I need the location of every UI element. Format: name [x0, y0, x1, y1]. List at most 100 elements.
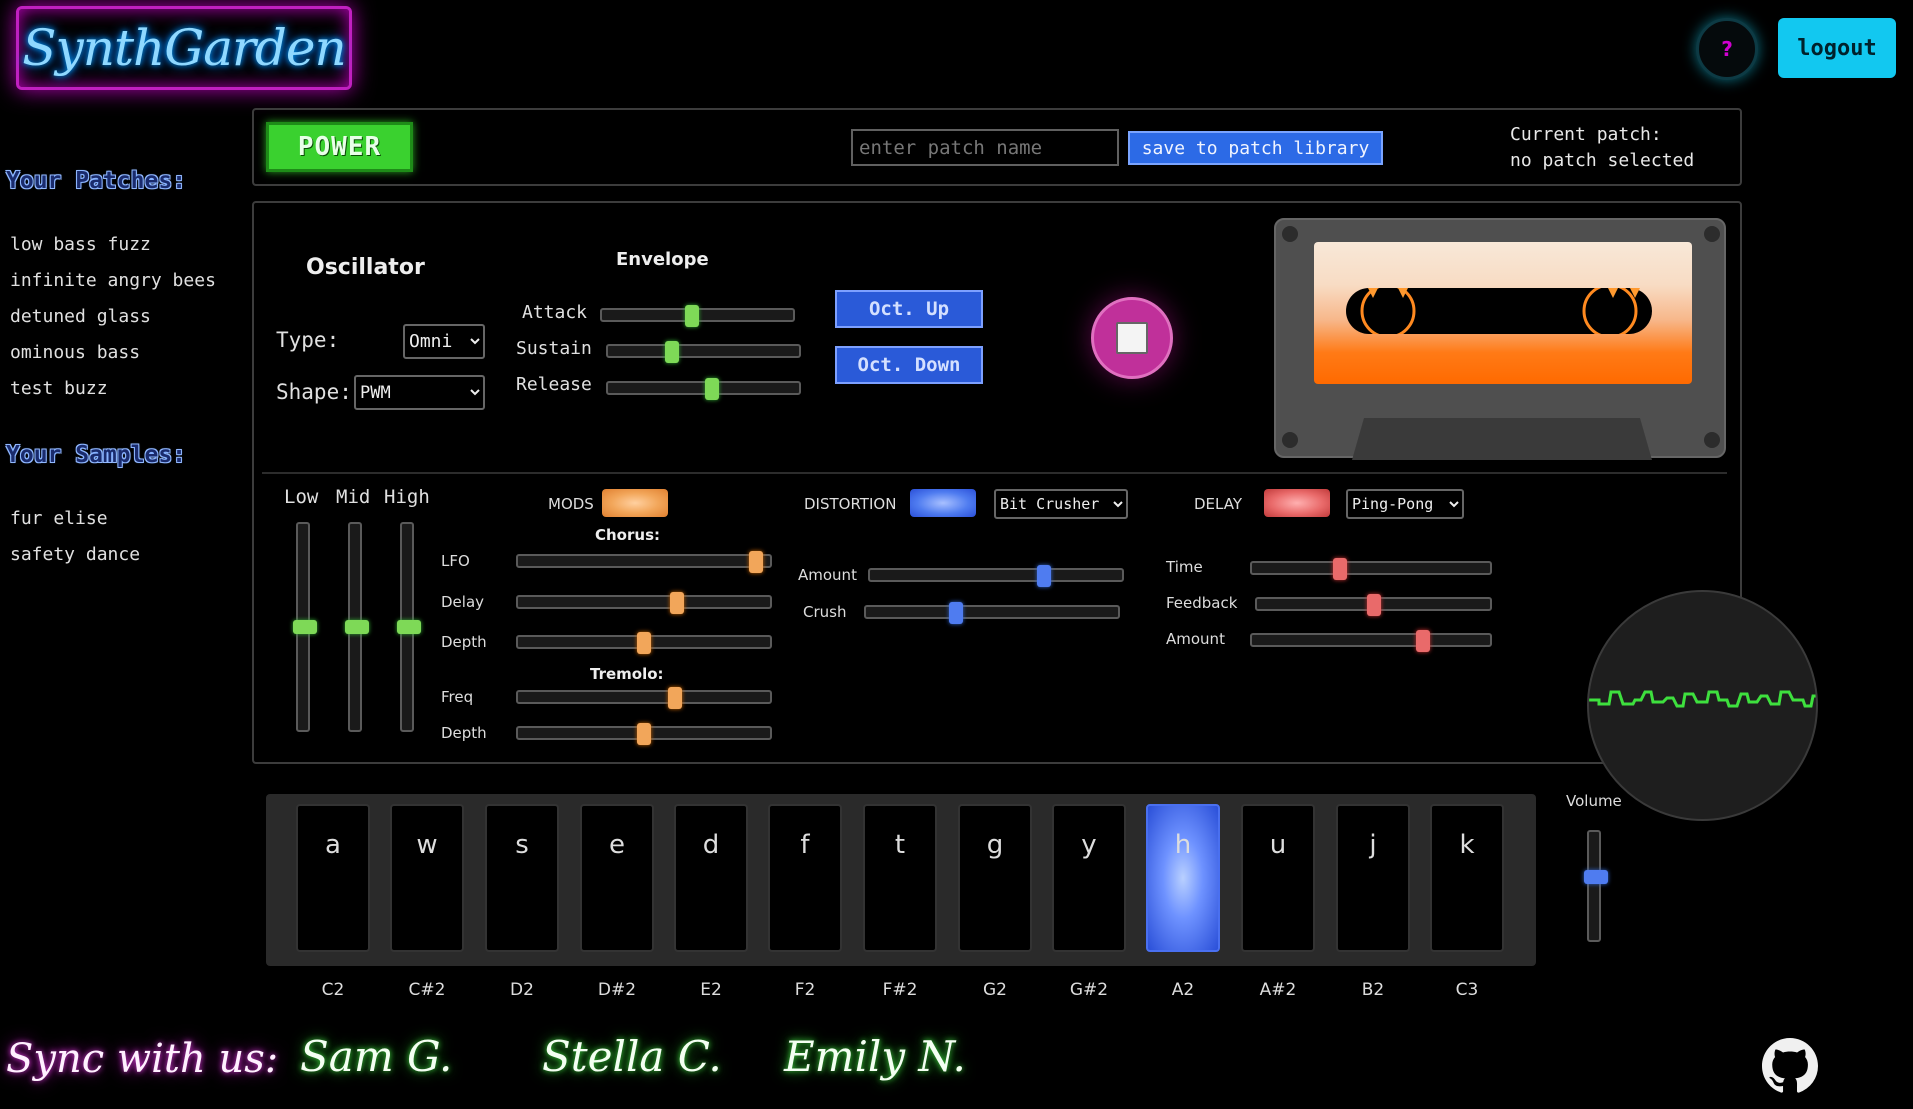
eq-mid-label: Mid	[336, 486, 371, 508]
piano-key[interactable]: t	[863, 804, 937, 952]
tremolo-freq-thumb[interactable]	[667, 687, 682, 709]
octave-up-button[interactable]: Oct. Up	[835, 290, 983, 328]
distortion-crush-thumb[interactable]	[949, 602, 964, 624]
note-label: A#2	[1259, 980, 1297, 1000]
patch-name-input[interactable]	[851, 129, 1119, 166]
sample-item[interactable]: safety dance	[10, 544, 140, 565]
piano-key-active[interactable]: h	[1146, 804, 1220, 952]
tremolo-depth-thumb[interactable]	[637, 723, 651, 745]
piano-key[interactable]: k	[1430, 804, 1504, 952]
member-link[interactable]: Sam G.	[300, 1032, 452, 1081]
eq-mid-thumb[interactable]	[345, 620, 369, 634]
chorus-lfo-thumb[interactable]	[748, 551, 763, 573]
eq-mid-slider[interactable]	[345, 522, 369, 732]
tape-reels	[1360, 283, 1640, 339]
delay-feedback-slider[interactable]	[1255, 594, 1492, 616]
sustain-slider-thumb[interactable]	[664, 341, 679, 363]
patch-item[interactable]: ominous bass	[10, 342, 140, 363]
distortion-amount-thumb[interactable]	[1036, 565, 1051, 587]
piano-key[interactable]: e	[580, 804, 654, 952]
eq-low-slider[interactable]	[293, 522, 317, 732]
oscillator-shape-select[interactable]: PWM	[354, 375, 485, 410]
distortion-crush-slider[interactable]	[864, 602, 1120, 624]
note-label: C#2	[408, 980, 446, 1000]
piano-key[interactable]: u	[1241, 804, 1315, 952]
member-link[interactable]: Stella C.	[542, 1032, 722, 1081]
piano-key[interactable]: g	[958, 804, 1032, 952]
attack-slider[interactable]	[600, 305, 795, 327]
chorus-depth-slider[interactable]	[516, 632, 772, 654]
delay-time-thumb[interactable]	[1332, 558, 1347, 580]
eq-low-label: Low	[284, 486, 319, 508]
tremolo-freq-slider[interactable]	[516, 687, 772, 709]
type-label: Type:	[276, 328, 340, 352]
sustain-slider[interactable]	[606, 341, 801, 363]
note-label: E2	[700, 980, 722, 1000]
octave-down-button[interactable]: Oct. Down	[835, 346, 983, 384]
oscillator-type-select[interactable]: Omni	[403, 324, 485, 359]
distortion-type-select[interactable]: Bit Crusher	[994, 489, 1128, 519]
sustain-label: Sustain	[516, 338, 592, 359]
mods-toggle[interactable]	[602, 489, 668, 517]
volume-thumb[interactable]	[1584, 869, 1608, 884]
piano-key[interactable]: f	[768, 804, 842, 952]
patch-item[interactable]: infinite angry bees	[10, 270, 216, 291]
samples-heading: Your Samples:	[6, 442, 187, 468]
distortion-crush-label: Crush	[803, 603, 847, 621]
chorus-delay-slider[interactable]	[516, 592, 772, 614]
delay-type-select[interactable]: Ping-Pong	[1346, 489, 1464, 519]
tremolo-title: Tremolo:	[590, 665, 664, 683]
chorus-delay-label: Delay	[441, 593, 485, 611]
delay-time-label: Time	[1166, 558, 1203, 576]
delay-feedback-thumb[interactable]	[1366, 594, 1381, 616]
save-patch-button[interactable]: save to patch library	[1128, 131, 1383, 165]
release-slider-thumb[interactable]	[705, 378, 720, 400]
tremolo-depth-label: Depth	[441, 724, 487, 742]
stop-icon	[1116, 322, 1148, 354]
chorus-depth-thumb[interactable]	[637, 632, 651, 654]
github-icon[interactable]	[1762, 1038, 1818, 1094]
chorus-delay-thumb[interactable]	[670, 592, 685, 614]
current-patch: Current patch: no patch selected	[1510, 122, 1694, 174]
chorus-lfo-slider[interactable]	[516, 551, 772, 573]
piano-key[interactable]: s	[485, 804, 559, 952]
note-label: G#2	[1069, 980, 1109, 1000]
piano-key[interactable]: w	[390, 804, 464, 952]
note-label: A2	[1171, 980, 1195, 1000]
delay-amount-thumb[interactable]	[1415, 630, 1430, 652]
chorus-title: Chorus:	[595, 526, 660, 544]
eq-high-thumb[interactable]	[397, 620, 421, 634]
help-button[interactable]: ?	[1696, 18, 1758, 80]
eq-high-slider[interactable]	[397, 522, 421, 732]
patch-item[interactable]: low bass fuzz	[10, 234, 151, 255]
distortion-toggle[interactable]	[910, 489, 976, 517]
cassette-icon	[1274, 218, 1726, 460]
member-link[interactable]: Emily N.	[784, 1032, 966, 1081]
piano-key[interactable]: d	[674, 804, 748, 952]
stop-button[interactable]	[1091, 297, 1173, 379]
waveform-visualizer	[1587, 590, 1818, 821]
release-slider[interactable]	[606, 378, 801, 400]
piano-key[interactable]: y	[1052, 804, 1126, 952]
delay-toggle[interactable]	[1264, 489, 1330, 517]
release-label: Release	[516, 374, 592, 395]
logout-button[interactable]: logout	[1778, 18, 1896, 78]
attack-slider-thumb[interactable]	[685, 305, 700, 327]
patches-heading: Your Patches:	[6, 168, 187, 194]
distortion-amount-slider[interactable]	[868, 565, 1124, 587]
attack-label: Attack	[522, 302, 588, 323]
volume-slider[interactable]	[1584, 830, 1608, 942]
screw	[1704, 226, 1720, 242]
delay-time-slider[interactable]	[1250, 558, 1492, 580]
patch-item[interactable]: detuned glass	[10, 306, 151, 327]
patch-item[interactable]: test buzz	[10, 378, 108, 399]
tremolo-depth-slider[interactable]	[516, 723, 772, 745]
eq-low-thumb[interactable]	[293, 620, 317, 634]
delay-amount-slider[interactable]	[1250, 630, 1492, 652]
envelope-title: Envelope	[616, 249, 709, 270]
sample-item[interactable]: fur elise	[10, 508, 108, 529]
piano-key[interactable]: j	[1336, 804, 1410, 952]
piano-key[interactable]: a	[296, 804, 370, 952]
screw	[1704, 432, 1720, 448]
power-button[interactable]: POWER	[266, 122, 413, 172]
